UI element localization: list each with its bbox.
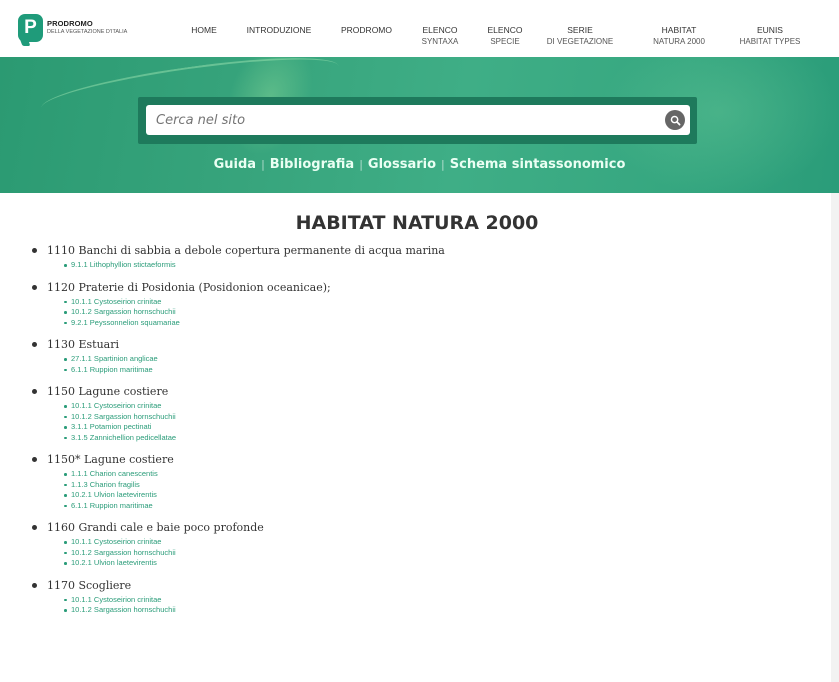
syntaxa-link[interactable]: 10.1.1 Cystoseirion crinitae — [71, 297, 161, 306]
syntaxa-link[interactable]: 9.2.1 Peyssonnelion squamariae — [71, 318, 180, 327]
syntaxa-link[interactable]: 3.1.5 Zannichellion pedicellatae — [71, 433, 176, 442]
site-header: P PRODROMO DELLA VEGETAZIONE D'ITALIA HO… — [0, 0, 839, 57]
syntaxa-item: 10.1.2 Sargassion hornschuchii — [47, 605, 820, 616]
habitat-item: 1160 Grandi cale e baie poco profonde 10… — [30, 520, 820, 569]
habitat-name: 1150 Lagune costiere — [47, 385, 169, 398]
nav-item-home[interactable]: HOME — [190, 24, 218, 36]
syntaxa-list: 10.1.1 Cystoseirion crinitae 10.1.2 Sarg… — [47, 401, 820, 443]
syntaxa-link[interactable]: 10.1.2 Sargassion hornschuchii — [71, 307, 176, 316]
syntaxa-item: 10.2.1 Ulvion laetevirentis — [47, 558, 820, 569]
syntaxa-item: 10.1.1 Cystoseirion crinitae — [47, 537, 820, 548]
syntaxa-item: 10.1.1 Cystoseirion crinitae — [47, 401, 820, 412]
habitat-name: 1160 Grandi cale e baie poco profonde — [47, 521, 264, 534]
nav-item-introduzione[interactable]: INTRODUZIONE — [246, 24, 312, 36]
syntaxa-list: 9.1.1 Lithophyllion stictaeformis — [47, 260, 820, 271]
syntaxa-list: 10.1.1 Cystoseirion crinitae 10.1.2 Sarg… — [47, 595, 820, 616]
syntaxa-link[interactable]: 1.1.3 Charion fragilis — [71, 480, 140, 489]
syntaxa-item: 3.1.5 Zannichellion pedicellatae — [47, 433, 820, 444]
habitat-list: 1110 Banchi di sabbia a debole copertura… — [30, 243, 820, 625]
habitat-item: 1150* Lagune costiere 1.1.1 Charion cane… — [30, 452, 820, 511]
syntaxa-item: 9.2.1 Peyssonnelion squamariae — [47, 318, 820, 329]
link-separator: | — [441, 158, 445, 171]
habitat-name: 1170 Scogliere — [47, 578, 132, 592]
habitat-name: 1150* Lagune costiere — [47, 453, 174, 466]
link-bibliografia[interactable]: Bibliografia — [270, 157, 354, 172]
syntaxa-link[interactable]: 10.2.1 Ulvion laetevirentis — [71, 490, 157, 499]
link-guida[interactable]: Guida — [214, 157, 256, 172]
habitat-item: 1110 Banchi di sabbia a debole copertura… — [30, 243, 820, 271]
syntaxa-list: 1.1.1 Charion canescentis 1.1.3 Charion … — [47, 469, 820, 511]
search-icon — [670, 115, 680, 125]
syntaxa-link[interactable]: 9.1.1 Lithophyllion stictaeformis — [71, 260, 176, 269]
syntaxa-link[interactable]: 6.1.1 Ruppion maritimae — [71, 501, 153, 510]
habitat-item: 1170 Scogliere 10.1.1 Cystoseirion crini… — [30, 578, 820, 616]
syntaxa-link[interactable]: 10.1.1 Cystoseirion crinitae — [71, 401, 161, 410]
syntaxa-link[interactable]: 6.1.1 Ruppion maritimae — [71, 365, 153, 374]
habitat-name: 1120 Praterie di Posidonia (Posidonion o… — [47, 280, 331, 294]
nav-item-serie-vegetazione[interactable]: SERIE DI VEGETAZIONE — [538, 24, 622, 48]
syntaxa-link[interactable]: 10.1.1 Cystoseirion crinitae — [71, 595, 161, 604]
syntaxa-item: 3.1.1 Potamion pectinati — [47, 422, 820, 433]
syntaxa-link[interactable]: 1.1.1 Charion canescentis — [71, 469, 158, 478]
nav-item-elenco-specie[interactable]: ELENCO SPECIE — [485, 24, 525, 48]
nav-item-eunis-habitat-types[interactable]: EUNIS HABITAT TYPES — [736, 24, 804, 48]
syntaxa-item: 9.1.1 Lithophyllion stictaeformis — [47, 260, 820, 271]
main-nav: HOME INTRODUZIONE PRODROMO ELENCO SYNTAX… — [0, 22, 839, 52]
link-separator: | — [261, 158, 265, 171]
habitat-name: 1130 Estuari — [47, 338, 120, 351]
habitat-item: 1130 Estuari 27.1.1 Spartinion anglicae … — [30, 337, 820, 375]
syntaxa-item: 6.1.1 Ruppion maritimae — [47, 365, 820, 376]
hero-quick-links: Guida | Bibliografia | Glossario | Schema sint… — [0, 157, 839, 172]
nav-item-prodromo[interactable]: PRODROMO — [341, 24, 392, 36]
syntaxa-list: 10.1.1 Cystoseirion crinitae 10.1.2 Sarg… — [47, 537, 820, 569]
link-separator: | — [359, 158, 363, 171]
syntaxa-item: 10.1.1 Cystoseirion crinitae — [47, 595, 820, 606]
syntaxa-item: 10.1.2 Sargassion hornschuchii — [47, 307, 820, 318]
habitat-name: 1110 Banchi di sabbia a debole copertura… — [47, 244, 445, 257]
search-button[interactable] — [665, 110, 685, 130]
syntaxa-item: 1.1.3 Charion fragilis — [47, 480, 820, 491]
right-gutter — [831, 193, 839, 682]
syntaxa-link[interactable]: 10.2.1 Ulvion laetevirentis — [71, 558, 157, 567]
syntaxa-item: 10.2.1 Ulvion laetevirentis — [47, 490, 820, 501]
nav-item-habitat-natura-2000[interactable]: HABITAT NATURA 2000 — [648, 24, 710, 48]
habitat-item: 1150 Lagune costiere 10.1.1 Cystoseirion… — [30, 384, 820, 443]
link-schema-sintassonomico[interactable]: Schema sintassonomico — [450, 157, 626, 172]
habitat-item: 1120 Praterie di Posidonia (Posidonion o… — [30, 280, 820, 329]
nav-item-elenco-syntaxa[interactable]: ELENCO SYNTAXA — [418, 24, 462, 48]
syntaxa-item: 6.1.1 Ruppion maritimae — [47, 501, 820, 512]
search-input[interactable] — [146, 105, 690, 135]
syntaxa-list: 27.1.1 Spartinion anglicae 6.1.1 Ruppion… — [47, 354, 820, 375]
hero-banner: Guida | Bibliografia | Glossario | Schema sint… — [0, 57, 839, 193]
syntaxa-list: 10.1.1 Cystoseirion crinitae 10.1.2 Sarg… — [47, 297, 820, 329]
link-glossario[interactable]: Glossario — [368, 157, 436, 172]
syntaxa-item: 27.1.1 Spartinion anglicae — [47, 354, 820, 365]
syntaxa-link[interactable]: 27.1.1 Spartinion anglicae — [71, 354, 158, 363]
syntaxa-link[interactable]: 10.1.2 Sargassion hornschuchii — [71, 605, 176, 614]
syntaxa-link[interactable]: 3.1.1 Potamion pectinati — [71, 422, 151, 431]
syntaxa-link[interactable]: 10.1.2 Sargassion hornschuchii — [71, 412, 176, 421]
syntaxa-item: 10.1.2 Sargassion hornschuchii — [47, 548, 820, 559]
syntaxa-item: 10.1.2 Sargassion hornschuchii — [47, 412, 820, 423]
syntaxa-link[interactable]: 10.1.2 Sargassion hornschuchii — [71, 548, 176, 557]
syntaxa-link[interactable]: 10.1.1 Cystoseirion crinitae — [71, 537, 161, 546]
syntaxa-item: 10.1.1 Cystoseirion crinitae — [47, 297, 820, 308]
page-title: HABITAT NATURA 2000 — [295, 212, 539, 234]
syntaxa-item: 1.1.1 Charion canescentis — [47, 469, 820, 480]
